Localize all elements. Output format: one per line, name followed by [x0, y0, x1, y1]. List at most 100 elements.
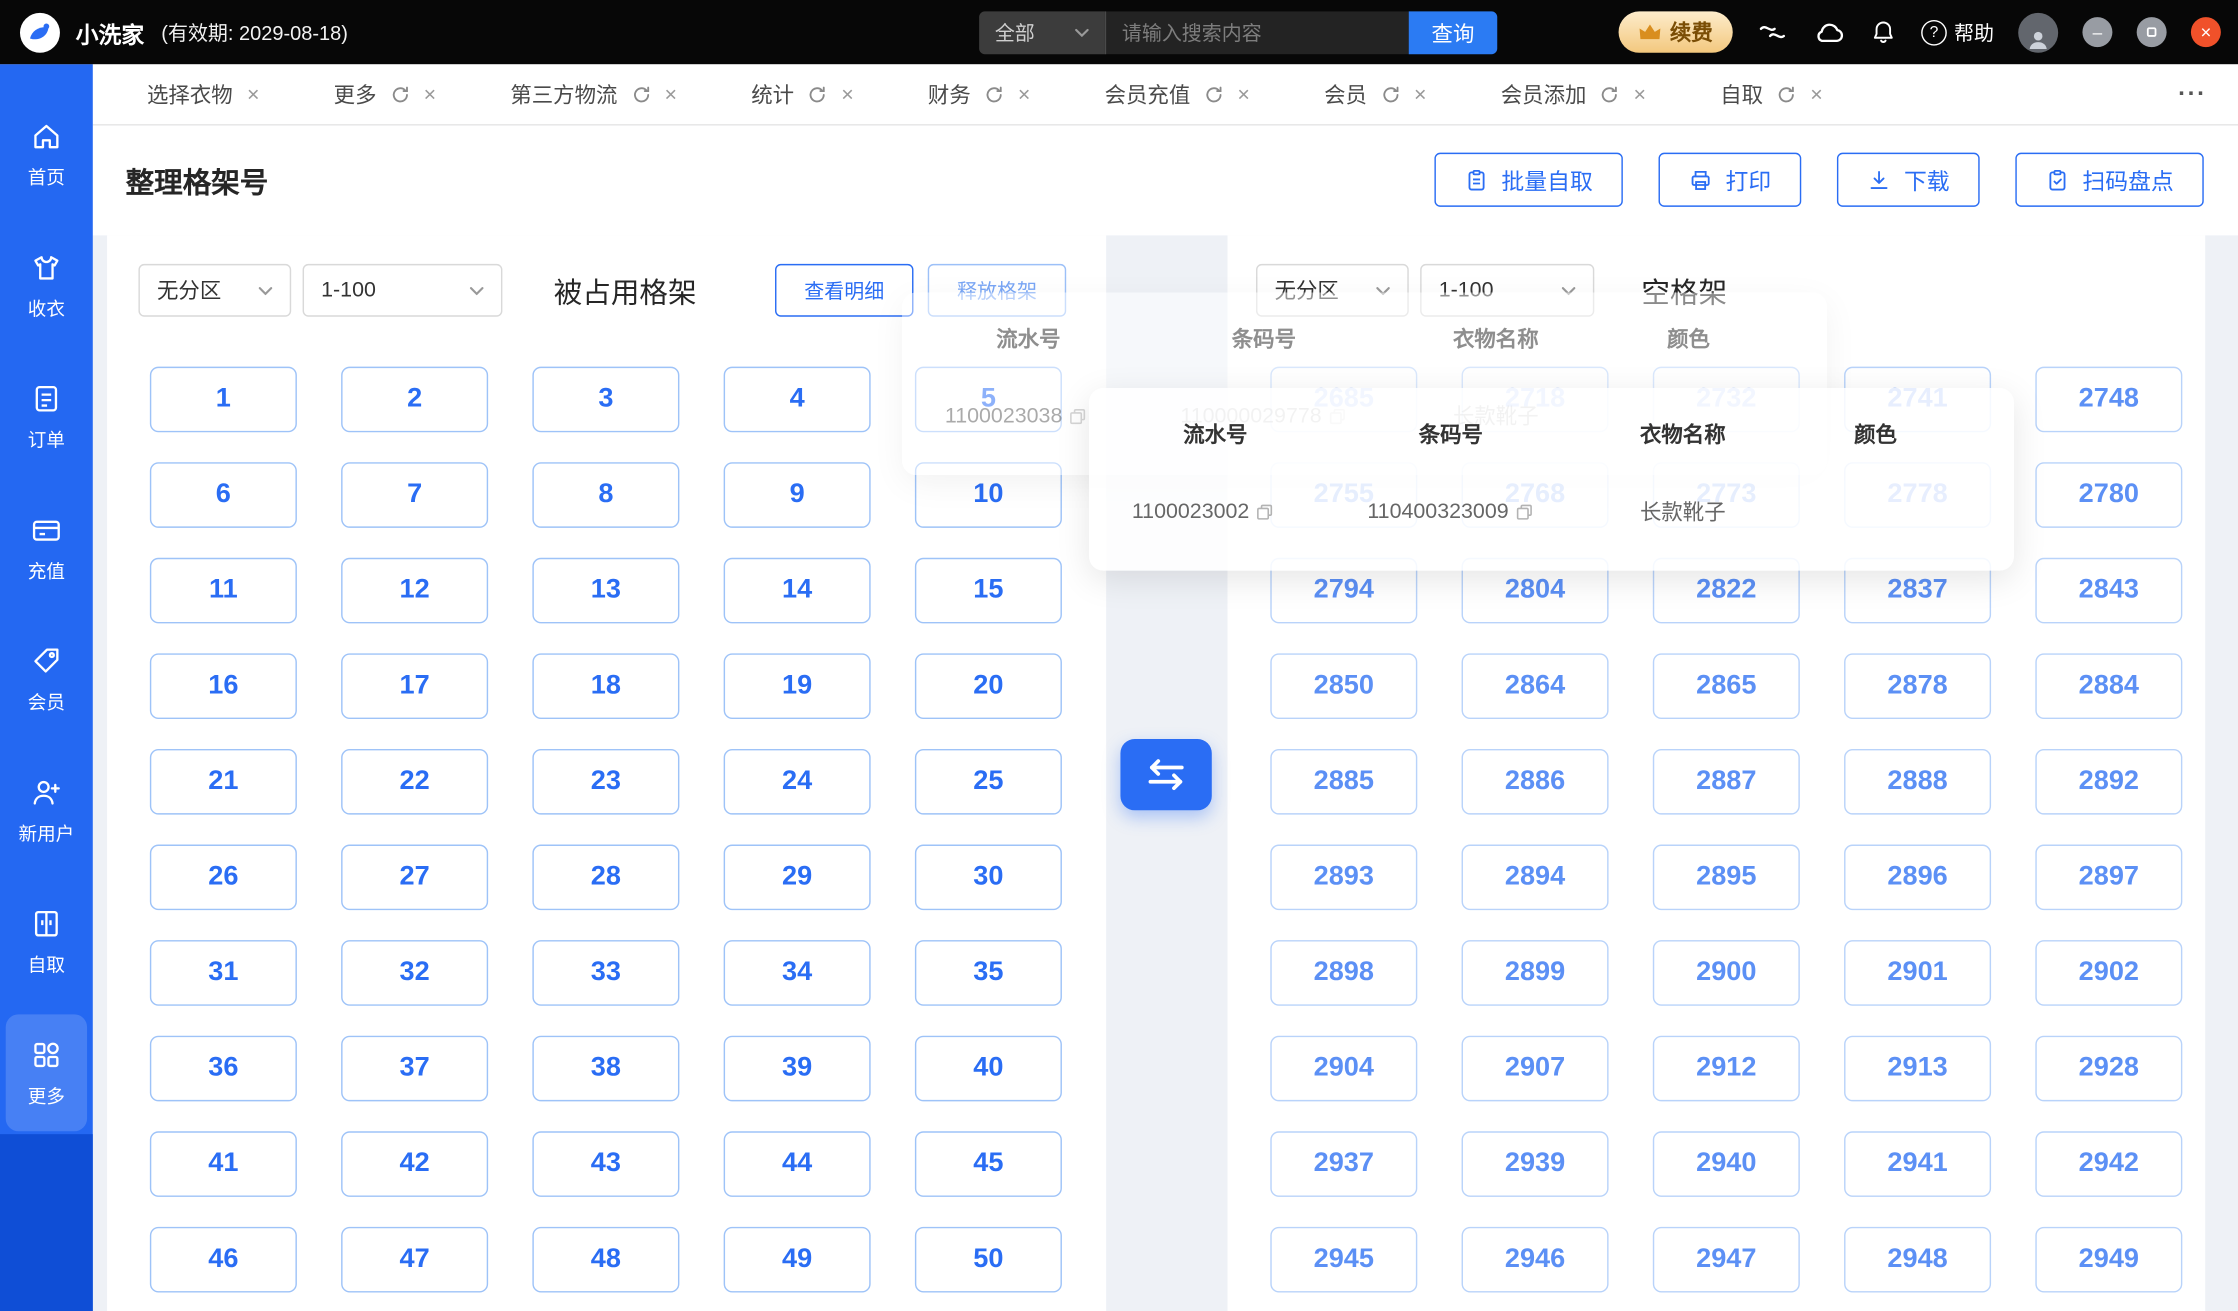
- sidebar-item-self-pickup[interactable]: 自取: [6, 883, 87, 1000]
- search-scope-select[interactable]: 全部: [979, 11, 1105, 54]
- empty-shelf-cell[interactable]: 2885: [1270, 749, 1417, 815]
- swap-button[interactable]: [1120, 739, 1211, 810]
- tab-close-icon[interactable]: ×: [1018, 82, 1031, 106]
- occupied-shelf-cell[interactable]: 35: [915, 940, 1062, 1006]
- empty-shelf-cell[interactable]: 2892: [2035, 749, 2182, 815]
- sidebar-item-recharge[interactable]: 充值: [6, 489, 87, 606]
- occupied-shelf-cell[interactable]: 45: [915, 1131, 1062, 1197]
- occupied-shelf-cell[interactable]: 44: [724, 1131, 871, 1197]
- tab-close-icon[interactable]: ×: [841, 82, 854, 106]
- occupied-shelf-cell[interactable]: 21: [150, 749, 297, 815]
- occupied-shelf-cell[interactable]: 34: [724, 940, 871, 1006]
- cloud-sync-icon[interactable]: [1813, 20, 1846, 44]
- occupied-shelf-cell[interactable]: 27: [341, 845, 488, 911]
- occupied-shelf-cell[interactable]: 36: [150, 1036, 297, 1102]
- renew-button[interactable]: 续费: [1619, 11, 1733, 52]
- occupied-shelf-cell[interactable]: 50: [915, 1227, 1062, 1293]
- tab-3[interactable]: 第三方物流×: [473, 64, 714, 124]
- empty-shelf-cell[interactable]: 2864: [1462, 653, 1609, 719]
- tab-close-icon[interactable]: ×: [665, 82, 678, 106]
- range-select[interactable]: 1-100: [303, 264, 503, 317]
- empty-shelf-cell[interactable]: 2948: [1844, 1227, 1991, 1293]
- occupied-shelf-cell[interactable]: 2: [341, 367, 488, 433]
- occupied-shelf-cell[interactable]: 15: [915, 558, 1062, 624]
- bell-icon[interactable]: [1870, 19, 1897, 46]
- occupied-shelf-cell[interactable]: 43: [532, 1131, 679, 1197]
- occupied-shelf-cell[interactable]: 18: [532, 653, 679, 719]
- empty-shelf-cell[interactable]: 2850: [1270, 653, 1417, 719]
- occupied-shelf-cell[interactable]: 9: [724, 462, 871, 528]
- tab-9[interactable]: 自取×: [1683, 64, 1860, 124]
- empty-shelf-cell[interactable]: 2939: [1462, 1131, 1609, 1197]
- occupied-shelf-cell[interactable]: 19: [724, 653, 871, 719]
- empty-shelf-cell[interactable]: 2748: [2035, 367, 2182, 433]
- empty-shelf-cell[interactable]: 2899: [1462, 940, 1609, 1006]
- occupied-shelf-cell[interactable]: 30: [915, 845, 1062, 911]
- sidebar-item-more[interactable]: 更多: [6, 1014, 87, 1131]
- tab-close-icon[interactable]: ×: [1414, 82, 1427, 106]
- empty-shelf-cell[interactable]: 2946: [1462, 1227, 1609, 1293]
- view-detail-button[interactable]: 查看明细: [775, 264, 913, 317]
- partition-select[interactable]: 无分区: [138, 264, 291, 317]
- occupied-shelf-cell[interactable]: 7: [341, 462, 488, 528]
- occupied-shelf-cell[interactable]: 22: [341, 749, 488, 815]
- empty-shelf-cell[interactable]: 2941: [1844, 1131, 1991, 1197]
- empty-shelf-cell[interactable]: 2945: [1270, 1227, 1417, 1293]
- maximize-button[interactable]: [2137, 17, 2167, 47]
- print-button[interactable]: 打印: [1658, 153, 1801, 207]
- empty-shelf-cell[interactable]: 2878: [1844, 653, 1991, 719]
- download-button[interactable]: 下载: [1837, 153, 1980, 207]
- occupied-shelf-cell[interactable]: 37: [341, 1036, 488, 1102]
- empty-shelf-cell[interactable]: 2940: [1653, 1131, 1800, 1197]
- empty-shelf-cell[interactable]: 2907: [1462, 1036, 1609, 1102]
- tab-7[interactable]: 会员×: [1287, 64, 1464, 124]
- occupied-shelf-cell[interactable]: 39: [724, 1036, 871, 1102]
- occupied-shelf-cell[interactable]: 1: [150, 367, 297, 433]
- occupied-shelf-cell[interactable]: 48: [532, 1227, 679, 1293]
- occupied-shelf-cell[interactable]: 3: [532, 367, 679, 433]
- occupied-shelf-cell[interactable]: 28: [532, 845, 679, 911]
- empty-shelf-cell[interactable]: 2886: [1462, 749, 1609, 815]
- occupied-shelf-cell[interactable]: 13: [532, 558, 679, 624]
- sidebar-item-receive-clothes[interactable]: 收衣: [6, 227, 87, 344]
- occupied-shelf-cell[interactable]: 23: [532, 749, 679, 815]
- empty-shelf-cell[interactable]: 2896: [1844, 845, 1991, 911]
- occupied-shelf-cell[interactable]: 41: [150, 1131, 297, 1197]
- occupied-shelf-cell[interactable]: 6: [150, 462, 297, 528]
- occupied-shelf-cell[interactable]: 42: [341, 1131, 488, 1197]
- occupied-shelf-cell[interactable]: 26: [150, 845, 297, 911]
- occupied-shelf-cell[interactable]: 17: [341, 653, 488, 719]
- tab-4[interactable]: 统计×: [714, 64, 891, 124]
- occupied-shelf-cell[interactable]: 38: [532, 1036, 679, 1102]
- empty-shelf-cell[interactable]: 2894: [1462, 845, 1609, 911]
- tab-close-icon[interactable]: ×: [1810, 82, 1823, 106]
- occupied-shelf-cell[interactable]: 46: [150, 1227, 297, 1293]
- empty-shelf-cell[interactable]: 2843: [2035, 558, 2182, 624]
- occupied-shelf-cell[interactable]: 32: [341, 940, 488, 1006]
- empty-shelf-cell[interactable]: 2897: [2035, 845, 2182, 911]
- wave-icon[interactable]: [1757, 21, 1788, 42]
- empty-shelf-cell[interactable]: 2900: [1653, 940, 1800, 1006]
- tab-close-icon[interactable]: ×: [424, 82, 437, 106]
- sidebar-item-members[interactable]: 会员: [6, 621, 87, 738]
- occupied-shelf-cell[interactable]: 33: [532, 940, 679, 1006]
- tab-1[interactable]: 选择衣物×: [110, 64, 297, 124]
- empty-shelf-cell[interactable]: 2895: [1653, 845, 1800, 911]
- batch-pickup-button[interactable]: 批量自取: [1434, 153, 1622, 207]
- empty-shelf-cell[interactable]: 2884: [2035, 653, 2182, 719]
- more-tabs-button[interactable]: ···: [2178, 80, 2207, 109]
- occupied-shelf-cell[interactable]: 31: [150, 940, 297, 1006]
- empty-shelf-cell[interactable]: 2901: [1844, 940, 1991, 1006]
- occupied-shelf-cell[interactable]: 4: [724, 367, 871, 433]
- search-input[interactable]: [1105, 11, 1409, 54]
- occupied-shelf-cell[interactable]: 47: [341, 1227, 488, 1293]
- empty-shelf-cell[interactable]: 2904: [1270, 1036, 1417, 1102]
- empty-shelf-cell[interactable]: 2780: [2035, 462, 2182, 528]
- occupied-shelf-cell[interactable]: 8: [532, 462, 679, 528]
- tab-2[interactable]: 更多×: [297, 64, 474, 124]
- close-button[interactable]: ×: [2191, 17, 2221, 47]
- occupied-shelf-cell[interactable]: 25: [915, 749, 1062, 815]
- empty-shelf-cell[interactable]: 2937: [1270, 1131, 1417, 1197]
- empty-shelf-cell[interactable]: 2865: [1653, 653, 1800, 719]
- sidebar-item-orders[interactable]: 订单: [6, 358, 87, 475]
